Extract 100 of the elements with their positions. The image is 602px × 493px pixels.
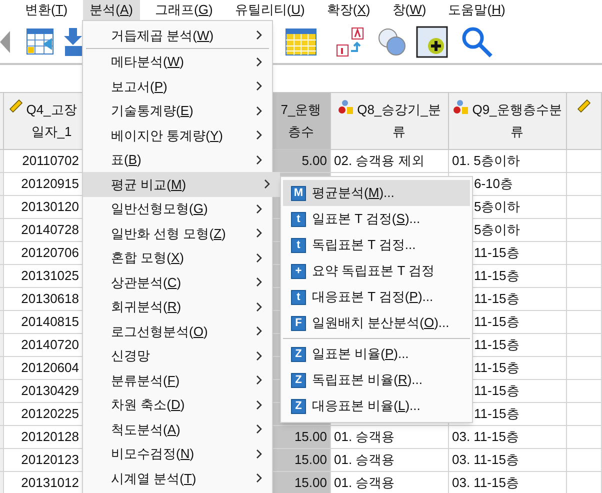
add-icon[interactable]	[416, 26, 448, 58]
table-cell-text: 20131012	[21, 474, 79, 492]
menu-item[interactable]: 분류분석(F)	[83, 368, 272, 392]
table-cell-text: 20110702	[22, 152, 79, 170]
menu-item[interactable]: 평균 비교(M)	[83, 172, 280, 196]
test-icon: t	[291, 238, 306, 252]
menu-item[interactable]: 일반화 선형 모형(Z)	[83, 221, 272, 246]
menu-item[interactable]: 척도분석(A)	[83, 417, 272, 442]
column-header-text: 7_운행	[280, 101, 322, 119]
table-cell-text: 20131025	[21, 267, 79, 286]
column-header-text: 층수	[288, 123, 314, 141]
menu-item[interactable]: 메타분석(W)	[83, 50, 272, 74]
table-cell-text: 20120604	[21, 359, 79, 378]
chevron-right-icon	[256, 154, 262, 165]
menu-item[interactable]: t 독립표본 T 검정...	[283, 232, 470, 258]
table-cell-text: 11-15층	[473, 244, 520, 262]
nominal-icon	[453, 99, 470, 115]
menu-item[interactable]: 차원 축소(D)	[83, 392, 272, 417]
table-cell-text: 5층이하	[473, 198, 520, 216]
chevron-right-icon	[256, 473, 262, 484]
chevron-right-icon	[256, 326, 262, 336]
menu-bar-item[interactable]: 변환(T)	[18, 0, 75, 20]
table-cell-text: 11-15층	[473, 336, 520, 354]
table-cell-text: 01. 승객용	[334, 451, 395, 470]
chevron-right-icon	[256, 204, 262, 214]
menu-item[interactable]: 신경망	[83, 344, 272, 368]
table-cell-text: 20120123	[21, 451, 79, 470]
chevron-right-icon	[256, 252, 262, 263]
table-cell-text: 11-15층	[473, 359, 520, 378]
menu-bar-item[interactable]: 도움말(H)	[441, 0, 512, 20]
menu-item[interactable]: Z 독립표본 비율(R)...	[283, 367, 470, 393]
menu-bar-item[interactable]: 그래프(G)	[148, 0, 220, 20]
menu-item[interactable]: 상관분석(C)	[83, 270, 272, 294]
download-icon[interactable]	[63, 26, 85, 58]
overlapping-circles-icon[interactable]	[376, 26, 408, 58]
menu-item[interactable]: 기술통계량(E)	[83, 98, 272, 123]
column-header-text: 류	[392, 123, 406, 141]
ruler-icon	[577, 99, 591, 113]
table-cell-text: 20120128	[21, 428, 79, 446]
table-cell-text: 20120225	[21, 405, 79, 424]
menu-bar-item[interactable]: 창(W)	[385, 0, 434, 20]
test-icon: t	[291, 212, 306, 226]
menu-item[interactable]: M 평균분석(M)...	[283, 180, 470, 206]
menu-bar-item[interactable]: 유틸리티(U)	[228, 0, 312, 20]
menu-item[interactable]: Z 대응표본 비율(L)...	[283, 393, 470, 419]
ruler-icon	[9, 99, 24, 113]
menu-bar-item[interactable]: 분석(A)	[82, 0, 140, 20]
menu-bar-item[interactable]: 확장(X)	[320, 0, 378, 20]
table-cell-text: 20140728	[21, 221, 79, 240]
table-cell-text: 5층이하	[473, 221, 520, 240]
test-icon: M	[291, 186, 306, 200]
chevron-right-icon	[256, 375, 262, 386]
table-cell-text: 03. 11-15층	[451, 474, 519, 492]
chevron-right-icon	[256, 400, 262, 410]
menu-item[interactable]: 비모수검정(N)	[83, 442, 272, 466]
back-arrow-icon	[0, 30, 10, 52]
menu-item[interactable]: + 요약 독립표본 T 검정	[283, 258, 470, 284]
column-header[interactable]: 7_운행 층수	[272, 93, 331, 149]
chevron-right-icon	[256, 30, 262, 40]
test-icon: Z	[291, 398, 306, 414]
table-cell-text: 20130429	[21, 382, 79, 400]
table-cell-text: 15.00	[294, 474, 327, 492]
menu-item[interactable]: 표(B)	[83, 148, 272, 172]
column-header-text: Q9_운행층수분	[472, 101, 562, 119]
menu-item[interactable]: 혼합 모형(X)	[83, 246, 272, 270]
menu-item[interactable]: 회귀분석(R)	[83, 294, 272, 319]
menu-item[interactable]: 보고서(P)	[83, 74, 272, 98]
column-header-text: 류	[510, 123, 524, 141]
table-icon[interactable]	[285, 26, 317, 58]
test-icon: Z	[291, 372, 306, 388]
menu-item[interactable]: 거듭제곱 분석(W)	[83, 23, 272, 48]
chevron-right-icon	[256, 130, 262, 140]
table-cell-text: 03. 11-15층	[451, 451, 519, 470]
column-header-text: Q4_고장	[26, 101, 77, 119]
column-header-text: Q8_승강기_분	[357, 101, 441, 119]
table-cell-text: 11-15층	[473, 382, 520, 400]
menu-item[interactable]: t 일표본 T 검정(S)...	[283, 206, 470, 232]
table-cell-text: 11-15층	[473, 290, 520, 308]
test-icon: t	[291, 290, 306, 304]
menu-item[interactable]: 일반선형모형(G)	[83, 196, 272, 221]
table-cell-text: 15.00	[294, 428, 327, 446]
menu-item[interactable]: F 일원배치 분산분석(O)...	[283, 310, 470, 336]
column-header-text: 일자_1	[31, 123, 72, 141]
search-icon[interactable]	[460, 24, 494, 58]
table-cell-text: 11-15층	[473, 313, 520, 332]
menu-item[interactable]: t 대응표본 T 검정(P)...	[283, 284, 470, 310]
chevron-right-icon	[256, 228, 262, 238]
chevron-right-icon	[256, 106, 262, 116]
menu-item[interactable]: 로그선형분석(O)	[83, 319, 272, 344]
chevron-right-icon	[256, 302, 262, 312]
chevron-right-icon	[256, 424, 262, 434]
table-cell-text: 03. 11-15층	[451, 428, 519, 446]
menu-item[interactable]: Z 일표본 비율(P)...	[283, 341, 470, 367]
table-cell-text: 01. 5층이하	[451, 152, 520, 170]
table-cell-text: 11-15층	[473, 405, 520, 424]
chevron-right-icon	[264, 179, 270, 190]
table-cell-text: 20140815	[21, 313, 79, 332]
menu-item[interactable]: 베이지안 통계량(Y)	[83, 123, 272, 148]
test-icon: Z	[291, 346, 306, 362]
menu-item[interactable]: 시계열 분석(T)	[83, 466, 272, 490]
